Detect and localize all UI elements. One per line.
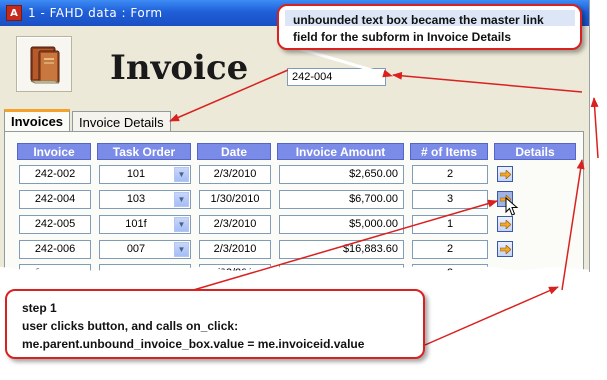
amount-cell[interactable]: $2,650.00 xyxy=(279,165,404,184)
column-header-invoice-amount: Invoice Amount xyxy=(277,143,404,160)
mouse-pointer-icon xyxy=(505,197,519,216)
items-cell[interactable]: 1 xyxy=(412,215,488,234)
tab-strip: Invoices Invoice Details xyxy=(4,108,173,132)
task-order-combo[interactable]: 007 ▼ xyxy=(99,240,191,259)
arrow-right-icon xyxy=(499,244,511,254)
table-row: 242-005 101f ▼ 2/3/2010 $5,000.00 1 xyxy=(0,215,589,235)
task-order-value: 101f xyxy=(125,218,147,230)
table-row: 242-002 101 ▼ 2/3/2010 $2,650.00 2 xyxy=(0,165,589,185)
items-cell[interactable]: 2 xyxy=(412,240,488,259)
tab-invoices[interactable]: Invoices xyxy=(4,109,71,132)
access-app-icon[interactable]: A xyxy=(6,5,22,21)
items-cell[interactable]: 3 xyxy=(412,190,488,209)
details-button[interactable] xyxy=(497,166,513,182)
column-header-task-order: Task Order xyxy=(97,143,191,160)
task-order-combo[interactable]: 103 ▼ xyxy=(99,190,191,209)
arrow-loop-up xyxy=(590,97,599,159)
form-title: Invoice xyxy=(110,48,249,88)
unbound-invoice-box[interactable]: 242-004 xyxy=(287,68,386,86)
invoice-cell[interactable]: 242-002 xyxy=(19,165,91,184)
column-header-invoice: Invoice xyxy=(17,143,91,160)
amount-cell[interactable]: $16,883.60 xyxy=(279,240,404,259)
task-order-combo[interactable]: 101 ▼ xyxy=(99,165,191,184)
task-order-value: 101 xyxy=(126,168,146,180)
items-cell[interactable]: 2 xyxy=(412,165,488,184)
callout-step-1: step 1 user clicks button, and calls on_… xyxy=(5,289,425,359)
date-cell[interactable]: 2/3/2010 xyxy=(199,215,271,234)
callout-master-link-text: unbounded text box became the master lin… xyxy=(293,13,544,44)
details-button[interactable] xyxy=(497,216,513,232)
chevron-down-icon[interactable]: ▼ xyxy=(174,242,189,257)
chevron-down-icon[interactable]: ▼ xyxy=(174,167,189,182)
callout-step-1-text: step 1 user clicks button, and calls on_… xyxy=(22,301,365,351)
invoice-cell[interactable]: 242-006 xyxy=(19,240,91,259)
books-icon xyxy=(16,36,72,92)
invoice-cell[interactable]: 242-004 xyxy=(19,190,91,209)
task-order-value: 007 xyxy=(126,243,146,255)
invoice-cell[interactable]: 242-005 xyxy=(19,215,91,234)
arrow-right-icon xyxy=(499,169,511,179)
task-order-value: 103 xyxy=(126,193,146,205)
chevron-down-icon[interactable]: ▼ xyxy=(174,192,189,207)
column-header-num-items: # of Items xyxy=(410,143,488,160)
task-order-combo[interactable]: 101f ▼ xyxy=(99,215,191,234)
table-row: 242-004 103 ▼ 1/30/2010 $6,700.00 3 xyxy=(0,190,589,210)
callout-master-link: unbounded text box became the master lin… xyxy=(277,4,582,50)
chevron-down-icon[interactable]: ▼ xyxy=(174,217,189,232)
column-header-details: Details xyxy=(494,143,576,160)
amount-cell[interactable]: $5,000.00 xyxy=(279,215,404,234)
table-row: 242-006 007 ▼ 2/3/2010 $16,883.60 2 xyxy=(0,240,589,260)
amount-cell[interactable]: $6,700.00 xyxy=(279,190,404,209)
details-button[interactable] xyxy=(497,241,513,257)
column-header-date: Date xyxy=(197,143,271,160)
tab-invoice-details[interactable]: Invoice Details xyxy=(72,111,171,132)
arrow-loop-up xyxy=(424,286,559,346)
date-cell[interactable]: 1/30/2010 xyxy=(199,190,271,209)
date-cell[interactable]: 2/3/2010 xyxy=(199,165,271,184)
window-title: 1 - FAHD data : Form xyxy=(28,6,163,20)
arrow-right-icon xyxy=(499,219,511,229)
date-cell[interactable]: 2/3/2010 xyxy=(199,240,271,259)
